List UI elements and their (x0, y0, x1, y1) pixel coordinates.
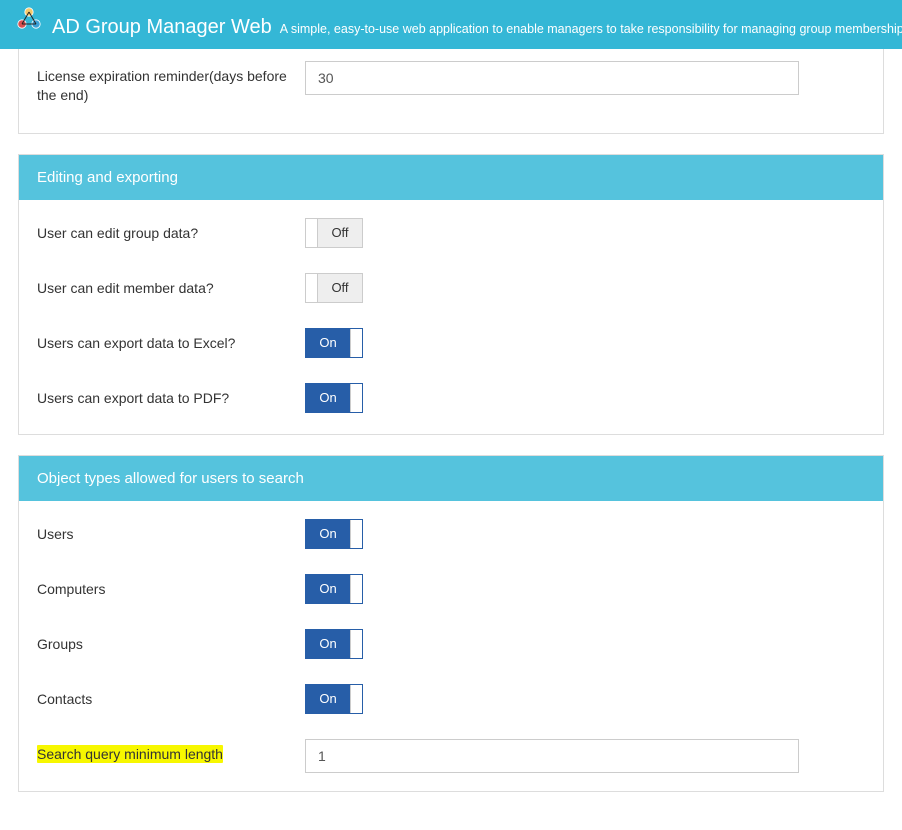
row-users: Users On (37, 519, 865, 552)
toggle-contacts[interactable]: On (305, 684, 363, 714)
toggle-state-label: On (306, 520, 350, 548)
toggle-handle-icon (350, 575, 362, 603)
toggle-handle-icon (350, 329, 362, 357)
row-contacts: Contacts On (37, 684, 865, 717)
row-export-excel: Users can export data to Excel? On (37, 328, 865, 361)
toggle-handle-icon (350, 685, 362, 713)
panel-editing-title: Editing and exporting (19, 155, 883, 200)
label-edit-member: User can edit member data? (37, 273, 305, 298)
toggle-export-pdf[interactable]: On (305, 383, 363, 413)
toggle-state-label: On (306, 329, 350, 357)
toggle-groups[interactable]: On (305, 629, 363, 659)
toggle-state-label: On (306, 384, 350, 412)
row-computers: Computers On (37, 574, 865, 607)
panel-search: Object types allowed for users to search… (18, 455, 884, 792)
label-export-excel: Users can export data to Excel? (37, 328, 305, 353)
panel-editing: Editing and exporting User can edit grou… (18, 154, 884, 435)
toggle-handle-icon (306, 219, 318, 247)
toggle-state-label: On (306, 685, 350, 713)
toggle-state-label: On (306, 630, 350, 658)
row-license-expiration: License expiration reminder(days before … (37, 61, 865, 105)
row-export-pdf: Users can export data to PDF? On (37, 383, 865, 416)
toggle-handle-icon (350, 384, 362, 412)
label-license-expiration: License expiration reminder(days before … (37, 61, 305, 105)
app-logo-icon (16, 6, 42, 35)
toggle-state-label: Off (318, 274, 362, 302)
panel-license: License expiration reminder(days before … (18, 49, 884, 134)
label-edit-group: User can edit group data? (37, 218, 305, 243)
toggle-computers[interactable]: On (305, 574, 363, 604)
label-export-pdf: Users can export data to PDF? (37, 383, 305, 408)
label-groups: Groups (37, 629, 305, 654)
app-header: AD Group Manager Web A simple, easy-to-u… (0, 0, 902, 49)
toggle-users[interactable]: On (305, 519, 363, 549)
toggle-handle-icon (350, 520, 362, 548)
input-license-expiration[interactable] (305, 61, 799, 95)
label-computers: Computers (37, 574, 305, 599)
label-users: Users (37, 519, 305, 544)
label-contacts: Contacts (37, 684, 305, 709)
toggle-edit-group[interactable]: Off (305, 218, 363, 248)
toggle-handle-icon (350, 630, 362, 658)
toggle-export-excel[interactable]: On (305, 328, 363, 358)
input-minlen[interactable] (305, 739, 799, 773)
toggle-state-label: On (306, 575, 350, 603)
row-edit-member: User can edit member data? Off (37, 273, 865, 306)
toggle-edit-member[interactable]: Off (305, 273, 363, 303)
panel-search-title: Object types allowed for users to search (19, 456, 883, 501)
toggle-state-label: Off (318, 219, 362, 247)
app-subtitle: A simple, easy-to-use web application to… (280, 23, 902, 38)
row-edit-group: User can edit group data? Off (37, 218, 865, 251)
row-groups: Groups On (37, 629, 865, 662)
toggle-handle-icon (306, 274, 318, 302)
app-title: AD Group Manager Web (52, 17, 272, 37)
label-minlen: Search query minimum length (37, 745, 223, 763)
row-minlen: Search query minimum length (37, 739, 865, 773)
